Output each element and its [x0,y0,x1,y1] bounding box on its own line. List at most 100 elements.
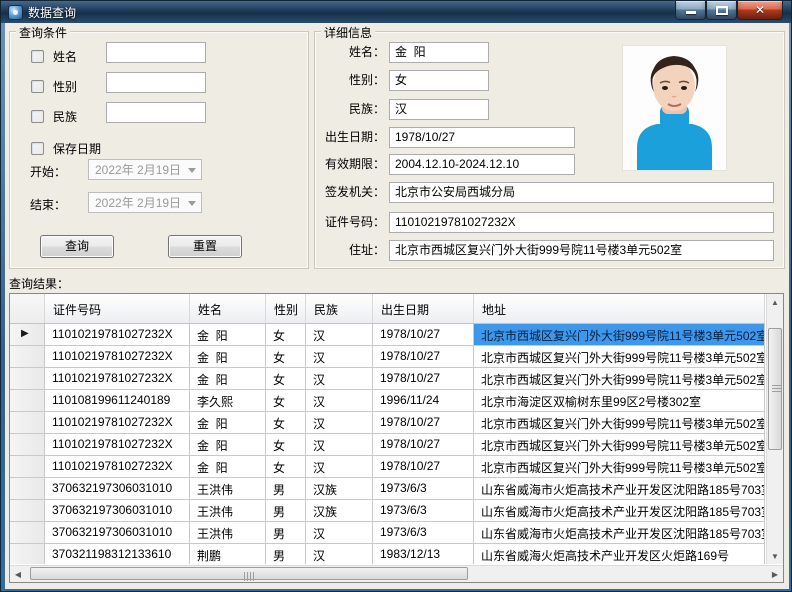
filter-input[interactable] [106,72,206,93]
table-cell[interactable]: 370632197306031010 [45,500,190,522]
row-selector-cell[interactable] [10,522,45,544]
horizontal-scroll-thumb[interactable] [30,567,468,580]
scroll-right-icon[interactable]: ▶ [767,566,783,582]
table-row[interactable]: 11010219781027232X金 阳女汉1978/10/27北京市西城区复… [10,368,765,390]
table-cell[interactable]: 11010219781027232X [45,456,190,478]
table-row[interactable]: 370321198312133610荆鹏男汉1983/12/13山东省威海火炬高… [10,544,765,564]
column-header[interactable]: 证件号码 [45,294,190,323]
table-row[interactable]: 11010219781027232X金 阳女汉1978/10/27北京市西城区复… [10,346,765,368]
row-selector-cell[interactable] [10,368,45,390]
table-cell[interactable]: 1978/10/27 [373,456,474,478]
detail-field-value[interactable]: 11010219781027232X [389,212,774,233]
scroll-left-icon[interactable]: ◀ [10,566,26,582]
table-cell[interactable]: 男 [266,544,306,564]
minimize-button[interactable] [675,1,706,20]
table-cell[interactable]: 汉 [306,368,373,390]
table-cell[interactable]: 王洪伟 [190,500,266,522]
table-cell[interactable]: 370321198312133610 [45,544,190,564]
table-cell[interactable]: 北京市西城区复兴门外大街999号院11号楼3单元502室 [474,434,765,456]
table-cell[interactable]: 11010219781027232X [45,346,190,368]
filter-input[interactable] [106,102,206,123]
column-header[interactable]: 民族 [306,294,373,323]
table-row[interactable]: 11010219781027232X金 阳女汉1978/10/27北京市西城区复… [10,434,765,456]
table-cell[interactable]: 山东省威海市火炬高技术产业开发区沈阳路185号703室 [474,478,765,500]
table-row[interactable]: 370632197306031010王洪伟男汉族1973/6/3山东省威海市火炬… [10,478,765,500]
table-cell[interactable]: 1978/10/27 [373,324,474,346]
table-cell[interactable]: 王洪伟 [190,478,266,500]
table-cell[interactable]: 1973/6/3 [373,500,474,522]
table-cell[interactable]: 1978/10/27 [373,346,474,368]
table-row[interactable]: 370632197306031010王洪伟男汉族1973/6/3山东省威海市火炬… [10,500,765,522]
table-row[interactable]: ▶11010219781027232X金 阳女汉1978/10/27北京市西城区… [10,324,765,346]
table-cell[interactable]: 山东省威海市火炬高技术产业开发区沈阳路185号703室 [474,500,765,522]
table-cell[interactable]: 1978/10/27 [373,434,474,456]
end-date-picker[interactable]: 2022年 2月19日 [88,192,202,213]
table-cell[interactable]: 金 阳 [190,456,266,478]
row-selector-cell[interactable] [10,412,45,434]
table-cell[interactable]: 男 [266,500,306,522]
table-cell[interactable]: 汉 [306,324,373,346]
table-cell[interactable]: 山东省威海市火炬高技术产业开发区沈阳路185号703室 [474,522,765,544]
table-cell[interactable]: 370632197306031010 [45,478,190,500]
close-button[interactable]: ✕ [737,1,783,20]
table-row[interactable]: 11010219781027232X金 阳女汉1978/10/27北京市西城区复… [10,412,765,434]
table-cell[interactable]: 金 阳 [190,412,266,434]
scroll-down-icon[interactable]: ▼ [767,548,783,564]
table-cell[interactable]: 女 [266,346,306,368]
table-cell[interactable]: 金 阳 [190,324,266,346]
query-button[interactable]: 查询 [40,235,114,258]
scroll-up-icon[interactable]: ▲ [767,294,783,310]
table-cell[interactable]: 女 [266,434,306,456]
detail-field-value[interactable]: 北京市公安局西城分局 [389,182,774,203]
table-cell[interactable]: 北京市西城区复兴门外大街999号院11号楼3单元502室 [474,346,765,368]
table-row[interactable]: 11010219781027232X金 阳女汉1978/10/27北京市西城区复… [10,456,765,478]
table-cell[interactable]: 北京市海淀区双榆树东里99区2号楼302室 [474,390,765,412]
maximize-button[interactable] [706,1,737,20]
table-cell[interactable]: 女 [266,368,306,390]
detail-field-value[interactable]: 北京市西城区复兴门外大街999号院11号楼3单元502室 [389,240,774,261]
row-selector-cell[interactable] [10,478,45,500]
row-selector-cell[interactable] [10,434,45,456]
table-cell[interactable]: 女 [266,390,306,412]
detail-field-value[interactable]: 女 [389,70,489,91]
vertical-scrollbar[interactable]: ▲ ▼ [766,294,783,564]
row-selector-cell[interactable] [10,500,45,522]
table-cell[interactable]: 11010219781027232X [45,434,190,456]
table-cell[interactable]: 金 阳 [190,346,266,368]
table-row[interactable]: 370632197306031010王洪伟男汉1973/6/3山东省威海市火炬高… [10,522,765,544]
table-cell[interactable]: 汉族 [306,500,373,522]
table-cell[interactable]: 11010219781027232X [45,324,190,346]
vertical-scroll-thumb[interactable] [768,328,782,450]
column-header[interactable]: 出生日期 [373,294,474,323]
row-selector-cell[interactable] [10,544,45,564]
row-selector-cell[interactable] [10,346,45,368]
table-cell[interactable]: 北京市西城区复兴门外大街999号院11号楼3单元502室 [474,324,765,346]
table-cell[interactable]: 汉 [306,434,373,456]
column-header[interactable]: 姓名 [190,294,266,323]
column-header[interactable]: 地址 [474,294,765,323]
table-cell[interactable]: 金 阳 [190,368,266,390]
table-cell[interactable]: 1983/12/13 [373,544,474,564]
horizontal-scrollbar[interactable]: ◀ ▶ [10,565,783,582]
table-cell[interactable]: 11010219781027232X [45,368,190,390]
detail-field-value[interactable]: 汉 [389,99,489,120]
table-cell[interactable]: 男 [266,478,306,500]
row-selector-cell[interactable] [10,456,45,478]
table-cell[interactable]: 1978/10/27 [373,412,474,434]
table-cell[interactable]: 女 [266,324,306,346]
table-cell[interactable]: 山东省威海火炬高技术产业开发区火炬路169号 [474,544,765,564]
table-cell[interactable]: 汉 [306,522,373,544]
table-cell[interactable]: 汉 [306,346,373,368]
table-cell[interactable]: 1978/10/27 [373,368,474,390]
table-cell[interactable]: 王洪伟 [190,522,266,544]
row-selector-cell[interactable] [10,390,45,412]
detail-field-value[interactable]: 金 阳 [389,42,489,63]
table-cell[interactable]: 1973/6/3 [373,478,474,500]
table-cell[interactable]: 汉 [306,412,373,434]
table-cell[interactable]: 北京市西城区复兴门外大街999号院11号楼3单元502室 [474,368,765,390]
detail-field-value[interactable]: 2004.12.10-2024.12.10 [389,154,575,175]
table-cell[interactable]: 汉族 [306,478,373,500]
start-date-picker[interactable]: 2022年 2月19日 [88,159,202,180]
table-cell[interactable]: 1996/11/24 [373,390,474,412]
table-cell[interactable]: 110108199611240189 [45,390,190,412]
